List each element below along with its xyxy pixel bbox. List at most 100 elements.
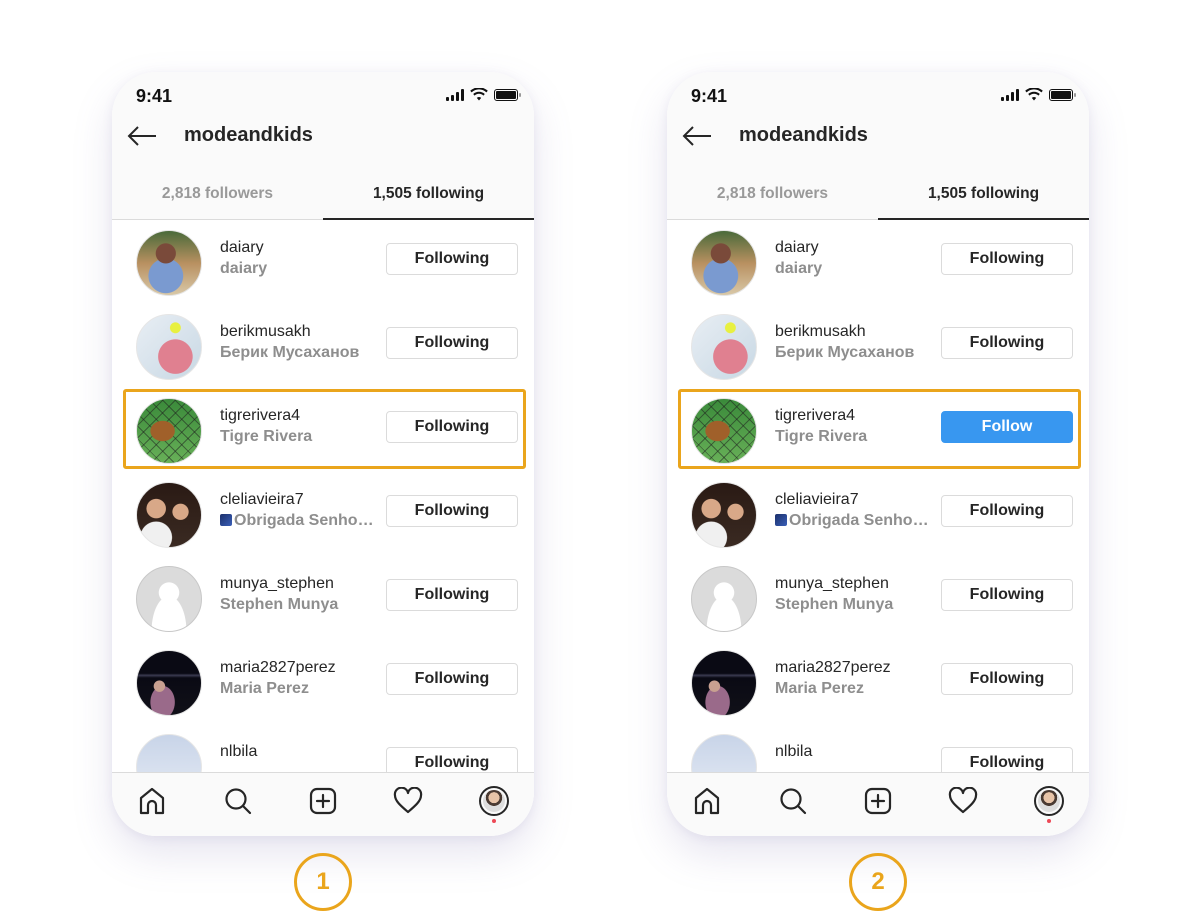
list-item[interactable]: tigrerivera4 Tigre Rivera Following (112, 388, 534, 472)
following-button[interactable]: Following (941, 327, 1073, 359)
list-item[interactable]: berikmusakh Берик Мусаханов Following (667, 304, 1089, 388)
username[interactable]: daiary (220, 238, 267, 258)
page-title: modeandkids (184, 124, 313, 146)
avatar[interactable] (691, 650, 757, 716)
username[interactable]: nlbila (220, 742, 257, 762)
wifi-icon (1025, 88, 1043, 101)
full-name: daiary (220, 260, 268, 277)
list-item[interactable]: maria2827perez Maria Perez Following (667, 640, 1089, 724)
list-item[interactable]: daiary daiary Following (112, 220, 534, 304)
following-button[interactable]: Following (386, 243, 518, 275)
avatar[interactable] (136, 314, 202, 380)
tab-following[interactable]: 1,505 following (878, 168, 1089, 220)
following-button[interactable]: Following (941, 747, 1073, 772)
profile-button[interactable] (478, 785, 510, 823)
list-item[interactable]: cleliavieira7 Obrigada Senho… Following (112, 472, 534, 556)
avatar[interactable] (691, 230, 757, 296)
following-button[interactable]: Following (941, 243, 1073, 275)
username[interactable]: munya_stephen (775, 574, 893, 594)
activity-button[interactable] (392, 785, 424, 817)
list-item[interactable]: maria2827perez Maria Perez Following (112, 640, 534, 724)
avatar[interactable] (691, 482, 757, 548)
default-avatar-icon[interactable] (691, 566, 757, 632)
back-arrow-icon (127, 126, 156, 146)
avatar[interactable] (136, 734, 202, 772)
avatar[interactable] (136, 482, 202, 548)
default-avatar-icon[interactable] (136, 566, 202, 632)
emoji-icon (775, 514, 787, 526)
avatar[interactable] (136, 650, 202, 716)
search-button[interactable] (222, 785, 254, 817)
avatar[interactable] (691, 734, 757, 772)
list-item[interactable]: tigrerivera4 Tigre Rivera Follow (667, 388, 1089, 472)
tab-followers[interactable]: 2,818 followers (667, 168, 878, 219)
avatar[interactable] (691, 398, 757, 464)
new-post-icon (309, 787, 337, 815)
avatar[interactable] (136, 398, 202, 464)
username[interactable]: munya_stephen (220, 574, 338, 594)
step-number-badge: 2 (849, 853, 907, 911)
list-item[interactable]: munya_stephen Stephen Munya Following (112, 556, 534, 640)
new-post-button[interactable] (307, 785, 339, 817)
phone-screen-after: 9:41 modeandkids 2,818 followers 1,505 f… (667, 72, 1089, 836)
list-item[interactable]: nlbila Following (112, 724, 534, 772)
following-button[interactable]: Following (386, 495, 518, 527)
list-item[interactable]: cleliavieira7 Obrigada Senho… Following (667, 472, 1089, 556)
list-item[interactable]: berikmusakh Берик Мусаханов Following (112, 304, 534, 388)
following-button[interactable]: Following (941, 579, 1073, 611)
username[interactable]: cleliavieira7 (775, 490, 929, 510)
new-post-button[interactable] (862, 785, 894, 817)
status-icons (446, 88, 521, 101)
header-area: 9:41 modeandkids 2,818 followers 1,505 f… (667, 72, 1089, 220)
back-button[interactable] (681, 122, 713, 150)
username[interactable]: tigrerivera4 (220, 406, 312, 426)
following-button[interactable]: Following (386, 663, 518, 695)
avatar[interactable] (136, 230, 202, 296)
username[interactable]: berikmusakh (220, 322, 359, 342)
profile-avatar (1034, 786, 1064, 816)
list-item[interactable]: nlbila Following (667, 724, 1089, 772)
username[interactable]: daiary (775, 238, 822, 258)
search-button[interactable] (777, 785, 809, 817)
username[interactable]: tigrerivera4 (775, 406, 867, 426)
following-button[interactable]: Following (386, 411, 518, 443)
following-button[interactable]: Following (941, 663, 1073, 695)
full-name: daiary (775, 260, 823, 277)
notification-dot (492, 819, 496, 823)
tab-followers[interactable]: 2,818 followers (112, 168, 323, 219)
following-button[interactable]: Following (386, 327, 518, 359)
username[interactable]: nlbila (775, 742, 812, 762)
full-name: Obrigada Senho… (775, 510, 929, 532)
full-name: Maria Perez (220, 680, 309, 697)
following-button[interactable]: Following (386, 747, 518, 772)
home-button[interactable] (691, 785, 723, 817)
full-name: Stephen Munya (775, 596, 894, 613)
following-button[interactable]: Following (941, 495, 1073, 527)
following-list[interactable]: daiary daiary Following berikmusakh Берик … (667, 220, 1089, 772)
list-item[interactable]: munya_stephen Stephen Munya Following (667, 556, 1089, 640)
username[interactable]: maria2827perez (775, 658, 891, 678)
back-button[interactable] (126, 122, 158, 150)
username[interactable]: cleliavieira7 (220, 490, 374, 510)
full-name: Maria Perez (775, 680, 864, 697)
activity-button[interactable] (947, 785, 979, 817)
notification-dot (1047, 819, 1051, 823)
heart-icon (393, 787, 423, 814)
username[interactable]: maria2827perez (220, 658, 336, 678)
battery-icon (1049, 88, 1076, 101)
follow-tabs: 2,818 followers 1,505 following (667, 168, 1089, 220)
follow-tabs: 2,818 followers 1,505 following (112, 168, 534, 220)
following-list[interactable]: daiary daiary Following berikmusakh Берик … (112, 220, 534, 772)
follow-button[interactable]: Follow (941, 411, 1073, 443)
home-button[interactable] (136, 785, 168, 817)
bottom-tab-bar (667, 772, 1089, 836)
emoji-icon (220, 514, 232, 526)
profile-button[interactable] (1033, 785, 1065, 823)
full-name: Obrigada Senho… (220, 510, 374, 532)
full-name: Tigre Rivera (220, 428, 313, 445)
tab-following[interactable]: 1,505 following (323, 168, 534, 220)
following-button[interactable]: Following (386, 579, 518, 611)
avatar[interactable] (691, 314, 757, 380)
list-item[interactable]: daiary daiary Following (667, 220, 1089, 304)
username[interactable]: berikmusakh (775, 322, 914, 342)
